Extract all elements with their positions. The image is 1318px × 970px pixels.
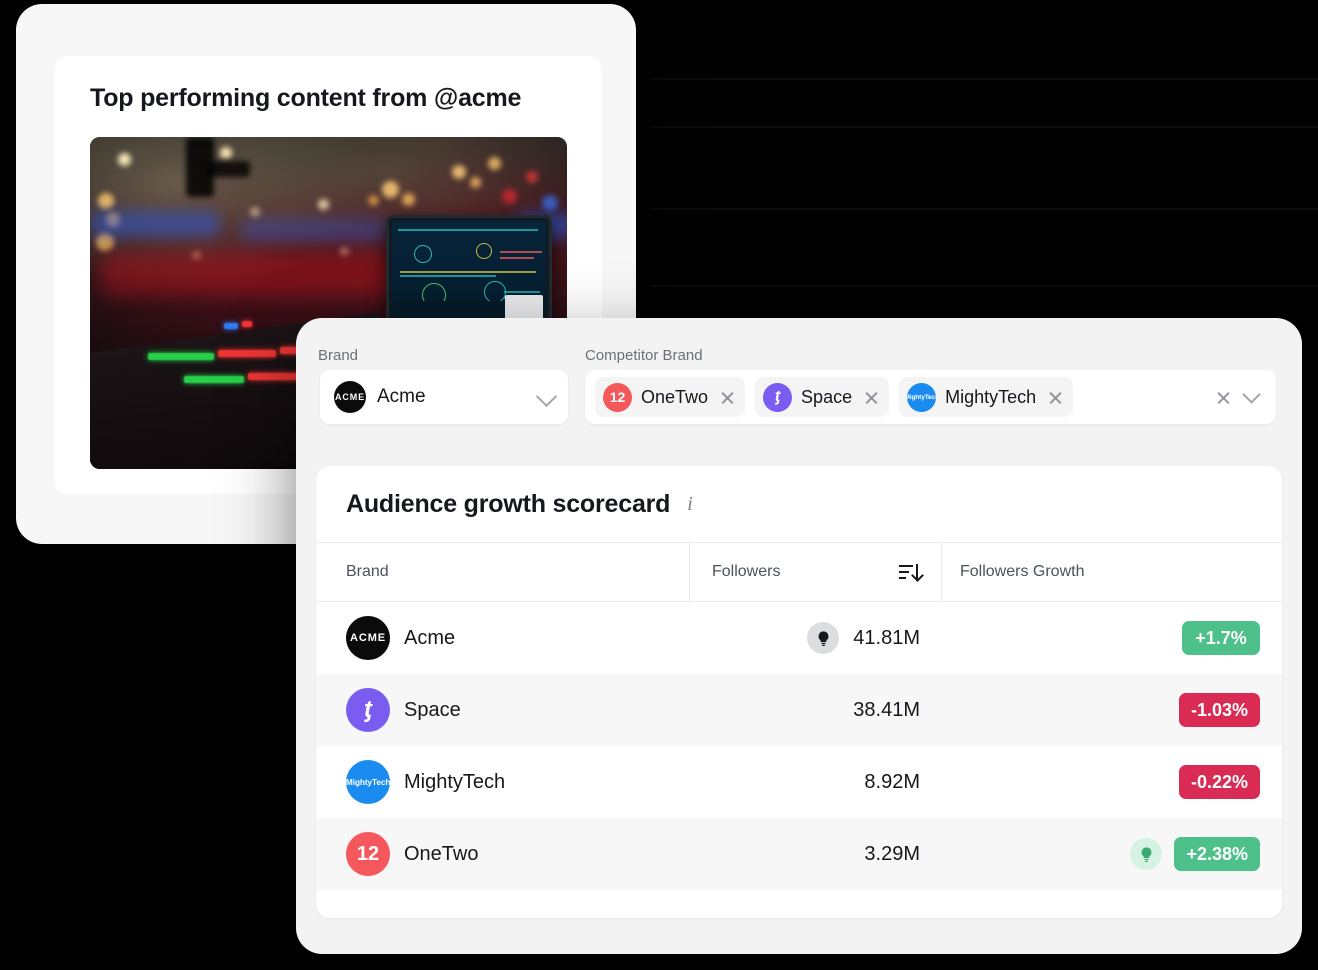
- table-header-row: Brand Followers Followers Growth: [316, 542, 1282, 602]
- cell-brand: MightyTech MightyTech: [316, 760, 690, 804]
- clear-all-icon[interactable]: [1216, 390, 1231, 405]
- backdrop-band: [650, 208, 1318, 210]
- table-row[interactable]: MightyTech MightyTech 8.92M -0.22%: [316, 746, 1282, 818]
- row-followers-value: 8.92M: [864, 770, 920, 793]
- sort-descending-icon[interactable]: [899, 564, 919, 580]
- competitor-field-label: Competitor Brand: [585, 347, 703, 364]
- remove-chip-icon[interactable]: [864, 390, 879, 405]
- cell-followers: 8.92M: [690, 771, 942, 794]
- brand-select[interactable]: ACME Acme: [320, 370, 568, 424]
- backdrop-band: [650, 78, 1318, 80]
- scorecard-header: Audience growth scorecard i: [316, 466, 1282, 542]
- cell-followers-growth: +2.38%: [942, 837, 1282, 871]
- competitor-dashboard-panel: Brand Competitor Brand ACME Acme 12 OneT…: [296, 318, 1302, 954]
- cell-followers-growth: -1.03%: [942, 693, 1282, 727]
- growth-badge: +1.7%: [1182, 621, 1260, 655]
- table-row[interactable]: ƫ Space 38.41M -1.03%: [316, 674, 1282, 746]
- cell-followers: 38.41M: [690, 699, 942, 722]
- row-brand-name: MightyTech: [404, 770, 506, 793]
- row-brand-name: OneTwo: [404, 842, 479, 865]
- column-header-brand[interactable]: Brand: [316, 543, 690, 601]
- chip-label: MightyTech: [945, 386, 1037, 407]
- row-brand-name: Space: [404, 698, 461, 721]
- scorecard-title: Audience growth scorecard: [346, 489, 671, 518]
- cell-brand: ƫ Space: [316, 688, 690, 732]
- column-header-followers[interactable]: Followers: [690, 543, 942, 601]
- chevron-down-icon[interactable]: [535, 385, 558, 408]
- backdrop-band: [650, 126, 1318, 128]
- info-icon[interactable]: i: [687, 493, 693, 516]
- growth-badge: -1.03%: [1178, 693, 1260, 727]
- insight-bulb-icon[interactable]: [1130, 838, 1163, 870]
- cell-followers-growth: -0.22%: [942, 765, 1282, 799]
- table-row[interactable]: ACME Acme 41.81M +1.7%: [316, 602, 1282, 674]
- cell-followers: 3.29M: [690, 843, 942, 866]
- competitor-chip-space[interactable]: ƫ Space: [755, 377, 890, 417]
- column-header-followers-growth[interactable]: Followers Growth: [942, 543, 1282, 601]
- remove-chip-icon[interactable]: [1048, 390, 1063, 405]
- remove-chip-icon[interactable]: [720, 390, 735, 405]
- chip-avatar-mightytech: MightyTech: [907, 382, 937, 412]
- competitor-multiselect[interactable]: 12 OneTwo ƫ Space MightyTech Mi: [585, 370, 1276, 424]
- row-avatar-mightytech: MightyTech: [346, 760, 390, 804]
- table-row[interactable]: 12 OneTwo 3.29M +2.38%: [316, 818, 1282, 890]
- chip-avatar-onetwo: 12: [603, 382, 632, 412]
- chevron-down-icon[interactable]: [1242, 385, 1261, 404]
- chip-label: OneTwo: [641, 386, 709, 407]
- row-followers-value: 3.29M: [864, 842, 920, 865]
- backdrop-band: [650, 285, 1318, 287]
- competitor-chip-mightytech[interactable]: MightyTech MightyTech: [899, 377, 1074, 417]
- row-avatar-space: ƫ: [346, 688, 390, 732]
- top-content-title: Top performing content from @acme: [90, 84, 522, 112]
- brand-field-label: Brand: [318, 347, 359, 364]
- filters-bar: Brand Competitor Brand ACME Acme 12 OneT…: [296, 318, 1302, 460]
- row-followers-value: 38.41M: [853, 698, 920, 721]
- brand-select-value: Acme: [377, 386, 426, 407]
- audience-growth-scorecard: Audience growth scorecard i Brand Follow…: [316, 466, 1282, 918]
- row-brand-name: Acme: [404, 626, 456, 649]
- cell-brand: ACME Acme: [316, 616, 690, 660]
- row-avatar-onetwo: 12: [346, 832, 390, 876]
- cell-followers: 41.81M: [690, 622, 942, 654]
- chip-avatar-space: ƫ: [763, 382, 793, 412]
- competitor-chip-onetwo[interactable]: 12 OneTwo: [595, 377, 746, 417]
- brand-avatar-acme: ACME: [334, 381, 366, 413]
- cell-followers-growth: +1.7%: [942, 621, 1282, 655]
- cell-brand: 12 OneTwo: [316, 832, 690, 876]
- growth-badge: -0.22%: [1178, 765, 1260, 799]
- growth-badge: +2.38%: [1174, 837, 1260, 871]
- row-avatar-acme: ACME: [346, 616, 390, 660]
- screenshot-stage: Top performing content from @acme Brand …: [0, 0, 1318, 970]
- chip-label: Space: [801, 386, 853, 407]
- row-followers-value: 41.81M: [853, 626, 920, 649]
- insight-bulb-icon[interactable]: [807, 622, 840, 654]
